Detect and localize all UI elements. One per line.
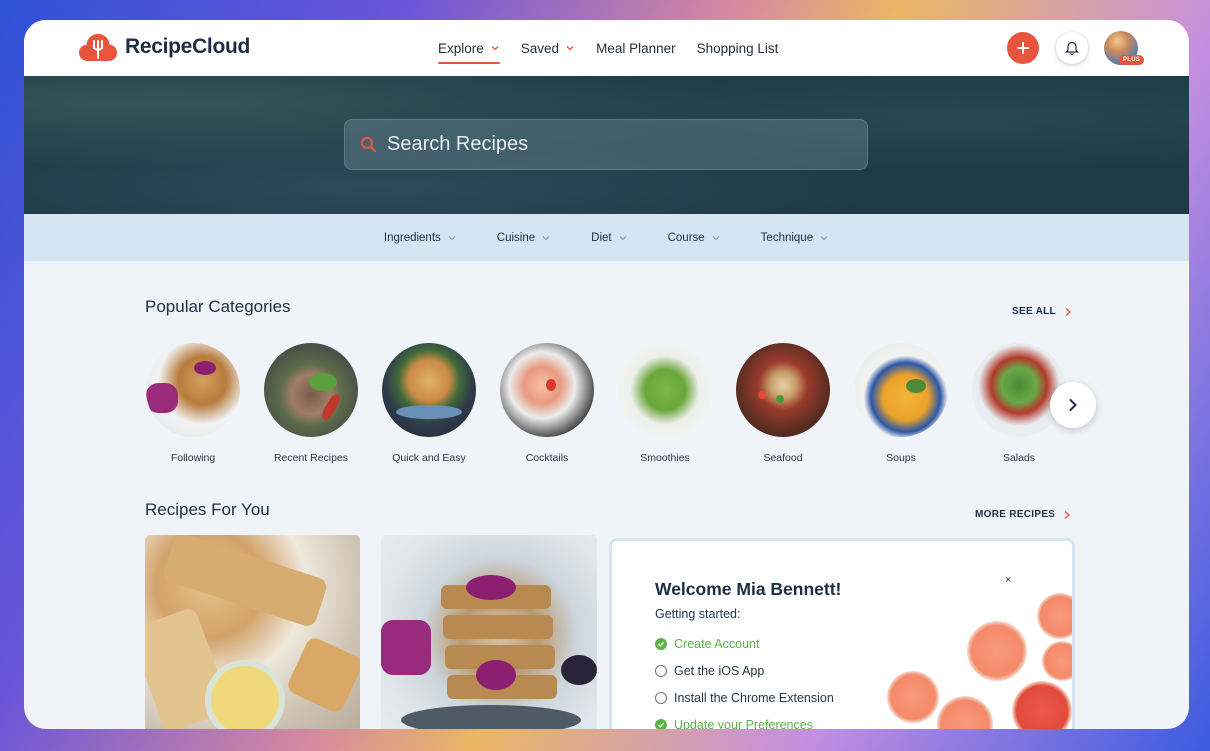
filter-ingredients[interactable]: Ingredients: [384, 232, 457, 244]
welcome-subtitle: Getting started:: [655, 607, 741, 621]
chevron-right-icon: [1069, 399, 1077, 411]
grapefruit-decoration: [887, 593, 1072, 729]
popular-categories-title: Popular Categories: [145, 297, 291, 316]
notifications-button[interactable]: [1056, 32, 1088, 64]
empty-circle-icon: [655, 692, 667, 704]
chevron-down-icon: [820, 235, 828, 240]
chevron-down-icon: [566, 46, 574, 51]
top-bar: RecipeCloud Explore Saved Meal Planner S…: [24, 20, 1189, 76]
nav-meal-planner[interactable]: Meal Planner: [596, 20, 676, 76]
category-smoothies[interactable]: Smoothies: [617, 343, 713, 464]
category-recent-recipes[interactable]: Recent Recipes: [263, 343, 359, 464]
filter-bar: Ingredients Cuisine Diet Course Techniqu…: [24, 214, 1189, 261]
chevron-down-icon: [619, 235, 627, 240]
step-create-account[interactable]: Create Account: [655, 637, 759, 651]
category-label: Smoothies: [640, 452, 690, 464]
category-image: [854, 343, 948, 437]
category-label: Recent Recipes: [273, 452, 349, 464]
step-get-ios-app[interactable]: Get the iOS App: [655, 664, 764, 678]
filter-course[interactable]: Course: [668, 232, 721, 244]
nav-explore-label: Explore: [438, 40, 484, 56]
step-update-preferences[interactable]: Update your Preferences: [655, 718, 813, 729]
nav-saved[interactable]: Saved: [521, 20, 575, 76]
category-soups[interactable]: Soups: [853, 343, 949, 464]
nav-saved-label: Saved: [520, 40, 560, 56]
filter-cuisine[interactable]: Cuisine: [497, 232, 551, 244]
welcome-title: Welcome Mia Bennett!: [655, 579, 842, 599]
category-carousel: Following Recent Recipes Quick and Easy …: [145, 343, 1085, 464]
filter-label: Ingredients: [383, 231, 441, 244]
filter-label: Course: [667, 231, 705, 244]
more-recipes-label: MORE RECIPES: [975, 509, 1056, 520]
close-button[interactable]: ×: [1005, 574, 1011, 586]
filter-label: Technique: [760, 231, 814, 244]
category-image: [972, 343, 1066, 437]
step-install-chrome-extension[interactable]: Install the Chrome Extension: [655, 691, 834, 705]
chevron-down-icon: [448, 235, 456, 240]
cloud-fork-logo-icon: [79, 32, 117, 62]
filter-technique[interactable]: Technique: [761, 232, 829, 244]
category-image: [500, 343, 594, 437]
chevron-right-icon: [1065, 307, 1071, 316]
add-recipe-button[interactable]: [1007, 32, 1039, 64]
recipe-card[interactable]: [145, 535, 360, 729]
filter-label: Diet: [591, 231, 612, 244]
logo[interactable]: RecipeCloud: [79, 32, 250, 62]
step-label: Install the Chrome Extension: [674, 691, 834, 705]
category-label: Following: [170, 452, 216, 464]
recipe-image: [145, 535, 360, 729]
search-input[interactable]: Search Recipes: [344, 119, 868, 170]
nav-meal-planner-label: Meal Planner: [596, 40, 676, 56]
more-recipes-link[interactable]: MORE RECIPES: [975, 509, 1071, 520]
chevron-down-icon: [712, 235, 720, 240]
category-quick-and-easy[interactable]: Quick and Easy: [381, 343, 477, 464]
empty-circle-icon: [655, 665, 667, 677]
category-cocktails[interactable]: Cocktails: [499, 343, 595, 464]
filter-diet[interactable]: Diet: [591, 232, 627, 244]
category-following[interactable]: Following: [145, 343, 241, 464]
category-seafood[interactable]: Seafood: [735, 343, 831, 464]
plus-icon: [1017, 42, 1029, 54]
step-label: Update your Preferences: [674, 718, 813, 729]
category-label: Quick and Easy: [392, 452, 466, 464]
step-label: Get the iOS App: [674, 664, 765, 678]
main-nav: Explore Saved Meal Planner Shopping List: [438, 20, 778, 76]
category-label: Seafood: [763, 452, 803, 464]
category-image: [736, 343, 830, 437]
carousel-next-button[interactable]: [1050, 382, 1096, 428]
nav-shopping-list[interactable]: Shopping List: [697, 20, 779, 76]
category-label: Soups: [886, 452, 916, 464]
recipe-image: [381, 535, 597, 729]
chevron-right-icon: [1064, 510, 1071, 519]
see-all-label: SEE ALL: [1012, 306, 1056, 317]
nav-shopping-list-label: Shopping List: [696, 40, 779, 56]
check-circle-icon: [655, 719, 667, 729]
search-icon: [360, 136, 377, 153]
hero-banner: Search Recipes: [24, 76, 1189, 214]
chevron-down-icon: [542, 235, 550, 240]
plus-badge: PLUS: [1119, 55, 1145, 65]
category-label: Cocktails: [525, 452, 569, 464]
bell-icon: [1065, 41, 1079, 55]
chevron-down-icon: [491, 46, 499, 51]
check-circle-icon: [655, 638, 667, 650]
app-window: RecipeCloud Explore Saved Meal Planner S…: [24, 20, 1189, 729]
category-image: [146, 343, 240, 437]
recipe-card[interactable]: [381, 535, 597, 729]
category-image: [264, 343, 358, 437]
nav-explore[interactable]: Explore: [438, 20, 500, 76]
see-all-link[interactable]: SEE ALL: [1012, 306, 1072, 317]
search-placeholder: Search Recipes: [387, 133, 529, 155]
category-label: Salads: [1002, 452, 1036, 464]
category-image: [618, 343, 712, 437]
recipes-for-you-title: Recipes For You: [145, 500, 270, 519]
app-name: RecipeCloud: [125, 35, 251, 58]
step-label: Create Account: [674, 637, 760, 651]
category-image: [382, 343, 476, 437]
filter-label: Cuisine: [496, 231, 536, 244]
welcome-card: Welcome Mia Bennett! Getting started: × …: [609, 538, 1075, 729]
